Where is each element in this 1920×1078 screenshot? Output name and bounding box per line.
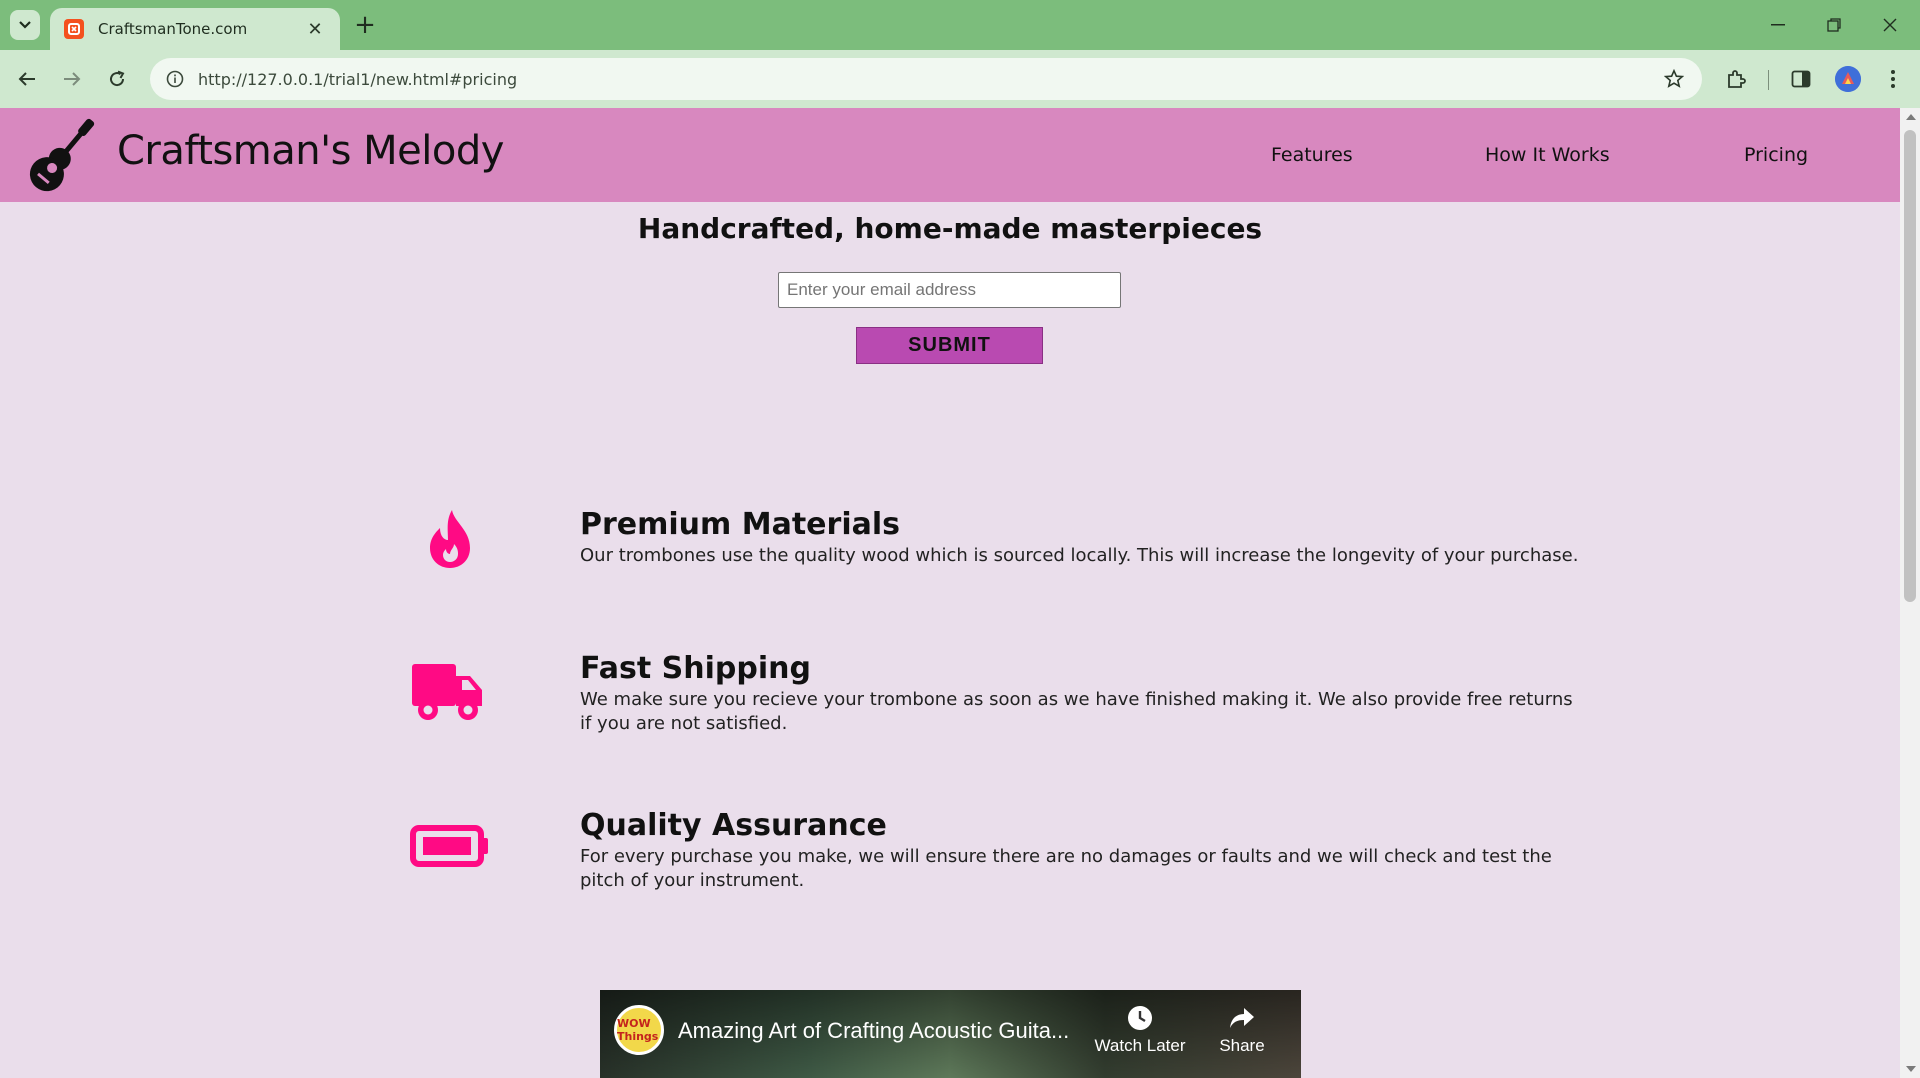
browser-tab[interactable]: CraftsmanTone.com ✕ [50, 8, 340, 50]
side-panel-icon[interactable] [1784, 62, 1818, 96]
feature-text: We make sure you recieve your trombone a… [580, 689, 1573, 734]
nav-link-features[interactable]: Features [1271, 144, 1353, 166]
restore-icon[interactable] [1806, 0, 1862, 50]
clock-icon [1128, 1006, 1152, 1030]
scroll-down-arrow-icon[interactable] [1906, 1066, 1916, 1072]
forward-icon[interactable] [55, 62, 89, 96]
feature-title: Fast Shipping [580, 651, 811, 686]
browser-tab-strip: CraftsmanTone.com ✕ + [0, 0, 1920, 50]
email-input[interactable] [778, 272, 1121, 308]
minimize-icon[interactable] [1750, 0, 1806, 50]
back-icon[interactable] [10, 62, 44, 96]
site-header: Craftsman's Melody Features How It Works… [0, 108, 1900, 202]
truck-icon [410, 662, 486, 724]
page-scrollbar[interactable] [1900, 108, 1920, 1078]
feature-title: Quality Assurance [580, 808, 887, 843]
watch-later-button[interactable]: Watch Later [1090, 1004, 1190, 1056]
fire-icon [420, 504, 480, 574]
share-label: Share [1219, 1036, 1265, 1055]
extensions-icon[interactable] [1719, 62, 1753, 96]
site-favicon-icon [64, 19, 84, 39]
reload-icon[interactable] [100, 62, 134, 96]
share-arrow-icon [1230, 1008, 1254, 1028]
browser-toolbar: http://127.0.0.1/trial1/new.html#pricing [0, 50, 1920, 108]
new-tab-button[interactable]: + [350, 10, 380, 40]
nav-link-pricing[interactable]: Pricing [1744, 144, 1808, 166]
video-embed[interactable]: WOW Things Amazing Art of Crafting Acous… [600, 990, 1301, 1078]
feature-text: For every purchase you make, we will ens… [580, 846, 1552, 891]
tab-close-icon[interactable]: ✕ [304, 19, 326, 40]
share-button[interactable]: Share [1192, 1004, 1292, 1056]
bookmark-star-icon[interactable] [1654, 69, 1694, 89]
toolbar-separator [1768, 70, 1769, 90]
scroll-thumb[interactable] [1904, 130, 1916, 602]
page-viewport: Craftsman's Melody Features How It Works… [0, 108, 1900, 1078]
tab-search-button[interactable] [10, 10, 40, 40]
watch-later-label: Watch Later [1094, 1036, 1186, 1055]
menu-dots-icon[interactable] [1876, 62, 1910, 96]
close-window-icon[interactable] [1862, 0, 1918, 50]
url-text: http://127.0.0.1/trial1/new.html#pricing [198, 69, 518, 89]
channel-logo[interactable]: WOW Things [614, 1005, 664, 1055]
site-info-icon[interactable] [162, 66, 188, 92]
tab-title: CraftsmanTone.com [98, 20, 248, 38]
submit-button[interactable]: SUBMIT [856, 327, 1043, 364]
address-bar[interactable]: http://127.0.0.1/trial1/new.html#pricing [150, 58, 1702, 100]
scroll-up-arrow-icon[interactable] [1906, 114, 1916, 120]
video-title[interactable]: Amazing Art of Crafting Acoustic Guita..… [678, 1018, 1069, 1044]
profile-avatar[interactable] [1835, 66, 1861, 92]
nav-link-how-it-works[interactable]: How It Works [1485, 144, 1610, 166]
brand-name[interactable]: Craftsman's Melody [117, 128, 504, 174]
guitar-logo-icon [29, 118, 95, 192]
hero-title: Handcrafted, home-made masterpieces [637, 212, 1263, 245]
feature-title: Premium Materials [580, 507, 900, 542]
feature-text: Our trombones use the quality wood which… [580, 545, 1579, 566]
battery-icon [410, 824, 490, 868]
